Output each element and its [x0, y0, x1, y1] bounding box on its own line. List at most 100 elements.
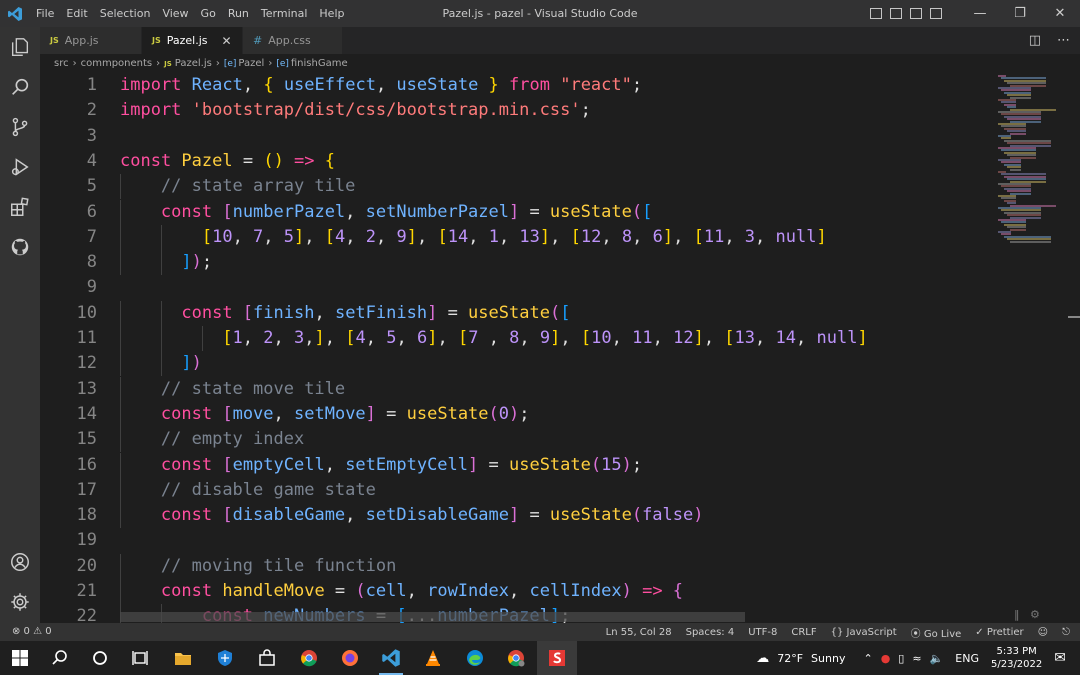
code-line[interactable]: 17 // disable game state	[40, 477, 995, 503]
accounts-icon[interactable]	[0, 542, 40, 582]
settings-gear-icon[interactable]	[0, 582, 40, 622]
breadcrumb-commponents[interactable]: commponents	[81, 58, 153, 69]
code-line[interactable]: 15 // empty index	[40, 427, 995, 453]
vscode-taskbar-icon[interactable]	[371, 641, 411, 675]
battery-icon[interactable]: ▯	[898, 652, 904, 665]
wifi-icon[interactable]: ≈	[912, 652, 921, 665]
clock[interactable]: 5:33 PM 5/23/2022	[991, 645, 1042, 671]
menu-edit[interactable]: Edit	[60, 0, 93, 27]
menu-terminal[interactable]: Terminal	[255, 0, 314, 27]
split-editor-icon[interactable]: ◫	[1029, 33, 1041, 48]
search-icon[interactable]	[0, 67, 40, 107]
minimize-button[interactable]: —	[960, 0, 1000, 27]
weather-temperature[interactable]: 72°F	[777, 652, 803, 665]
file-explorer-icon[interactable]	[163, 641, 203, 675]
code-line[interactable]: 7 [10, 7, 5], [4, 2, 9], [14, 1, 13], [12…	[40, 224, 995, 250]
menu-selection[interactable]: Selection	[94, 0, 157, 27]
code-line[interactable]: 10 const [finish, setFinish] = useState([	[40, 300, 995, 326]
tab-app-js[interactable]: JS App.js	[40, 27, 142, 54]
go-live-button[interactable]: ⦿ Go Live	[911, 625, 962, 640]
source-control-icon[interactable]	[0, 107, 40, 147]
notifications-bell-icon[interactable]: ⎋	[1062, 627, 1070, 638]
clock-time: 5:33 PM	[996, 646, 1037, 657]
code-line[interactable]: 12])	[40, 351, 995, 377]
run-debug-icon[interactable]	[0, 147, 40, 187]
minimap[interactable]	[995, 73, 1067, 623]
end-of-line[interactable]: CRLF	[791, 627, 816, 638]
restore-button[interactable]: ❐	[1000, 0, 1040, 27]
problems-indicator[interactable]: ⊗ 0 ⚠ 0	[12, 623, 52, 641]
code-line[interactable]: 1 import React, { useEffect, useState } f…	[40, 73, 995, 98]
code-line[interactable]: 13 // state move tile	[40, 376, 995, 402]
menu-help[interactable]: Help	[313, 0, 350, 27]
horizontal-scrollbar[interactable]	[120, 612, 745, 622]
tab-app-css[interactable]: # App.css	[243, 27, 343, 54]
weather-icon[interactable]: ☁	[756, 651, 769, 666]
volume-icon[interactable]: 🔈	[930, 652, 944, 665]
vlc-icon[interactable]	[413, 641, 453, 675]
antivirus-tray-icon[interactable]: ●	[881, 652, 891, 665]
store-bag-icon[interactable]	[247, 641, 287, 675]
code-line[interactable]: 18 const [disableGame, setDisableGame] = …	[40, 503, 995, 529]
code-line[interactable]: 6 const [numberPazel, setNumberPazel] = u…	[40, 199, 995, 225]
more-actions-icon[interactable]: ⋯	[1057, 33, 1070, 48]
prettier-status[interactable]: ✓ Prettier	[975, 627, 1023, 638]
code-line[interactable]: 16 const [emptyCell, setEmptyCell] = useS…	[40, 452, 995, 478]
language-mode[interactable]: {} JavaScript	[831, 627, 897, 638]
windows-start-icon[interactable]	[0, 641, 40, 675]
code-token: ,	[314, 302, 335, 323]
code-line[interactable]: 11 [1, 2, 3,], [4, 5, 6], [7 , 8, 9], [10…	[40, 326, 995, 351]
vertical-scrollbar-thumb[interactable]	[1068, 316, 1080, 318]
breadcrumb-src[interactable]: src	[54, 58, 69, 69]
toggle-sidebar-icon[interactable]	[870, 8, 882, 19]
task-view-icon[interactable]	[120, 641, 160, 675]
search-taskbar-icon[interactable]	[40, 641, 80, 675]
extensions-icon[interactable]	[0, 187, 40, 227]
toggle-secondary-sidebar-icon[interactable]	[910, 8, 922, 19]
menu-view[interactable]: View	[156, 0, 194, 27]
edge-icon[interactable]	[455, 641, 495, 675]
code-line[interactable]: 5 // state array tile	[40, 174, 995, 200]
code-line[interactable]: 4 const Pazel = () => {	[40, 149, 995, 174]
menu-run[interactable]: Run	[222, 0, 255, 27]
cortana-icon[interactable]	[80, 641, 120, 675]
code-token: ,	[755, 328, 776, 348]
show-hidden-icons-icon[interactable]: ⌃	[863, 652, 872, 665]
close-window-button[interactable]: ✕	[1040, 0, 1080, 27]
firefox-icon[interactable]	[330, 641, 370, 675]
chrome-profile-icon[interactable]	[496, 641, 536, 675]
toggle-panel-icon[interactable]	[890, 8, 902, 19]
windows-security-icon[interactable]	[205, 641, 245, 675]
code-line[interactable]: 21 const handleMove = (cell, rowIndex, ce…	[40, 579, 995, 604]
close-tab-icon[interactable]: ✕	[222, 34, 232, 48]
chrome-icon[interactable]	[289, 641, 329, 675]
code-editor[interactable]: 1 import React, { useEffect, useState } f…	[40, 73, 995, 623]
explorer-icon[interactable]	[0, 27, 40, 67]
menu-go[interactable]: Go	[195, 0, 222, 27]
action-center-icon[interactable]: ✉	[1054, 650, 1066, 666]
feedback-icon[interactable]: ☺	[1038, 627, 1048, 638]
code-line[interactable]: 3	[40, 124, 995, 149]
code-line[interactable]: 8]);	[40, 250, 995, 276]
code-line[interactable]: 19	[40, 528, 995, 553]
breadcrumb-symbol-finishgame[interactable]: finishGame	[291, 58, 348, 69]
code-line[interactable]: 2 import 'bootstrap/dist/css/bootstrap.mi…	[40, 98, 995, 123]
menu-file[interactable]: File	[30, 0, 60, 27]
indentation[interactable]: Spaces: 4	[686, 627, 735, 638]
breadcrumb-symbol-pazel[interactable]: Pazel	[238, 58, 264, 69]
customize-layout-icon[interactable]	[930, 8, 942, 19]
screen-recorder-icon[interactable]	[537, 641, 577, 675]
encoding[interactable]: UTF-8	[748, 627, 777, 638]
code-line[interactable]: 20 // moving tile function	[40, 553, 995, 579]
line-number: 15	[76, 429, 97, 450]
code-token: ,	[273, 403, 295, 424]
code-line[interactable]: 9	[40, 275, 995, 300]
chevron-right-icon: ›	[72, 58, 77, 69]
input-language[interactable]: ENG	[955, 652, 979, 665]
weather-description[interactable]: Sunny	[811, 652, 845, 665]
cursor-position[interactable]: Ln 55, Col 28	[606, 627, 672, 638]
tab-pazel-js[interactable]: JS Pazel.js ✕	[142, 27, 243, 54]
github-icon[interactable]	[0, 227, 40, 267]
breadcrumb-file[interactable]: Pazel.js	[175, 58, 212, 69]
code-line[interactable]: 14 const [move, setMove] = useState(0);	[40, 401, 995, 427]
